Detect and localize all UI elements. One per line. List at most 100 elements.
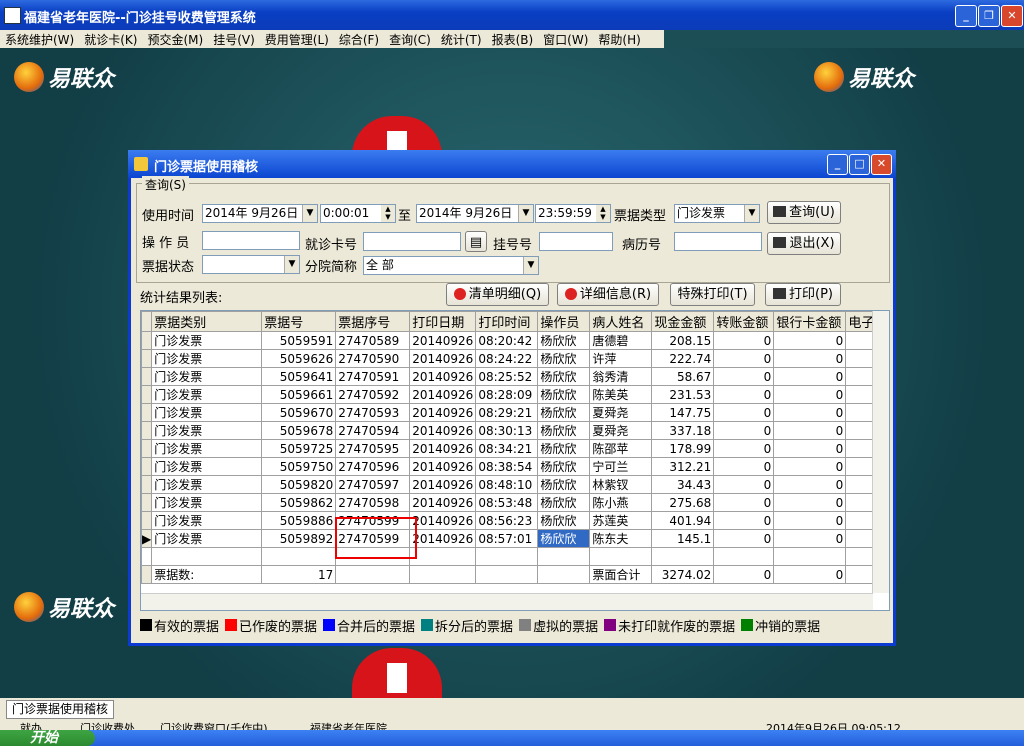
table-cell[interactable]: 0 [773, 511, 847, 530]
row-header-cell[interactable] [141, 493, 153, 512]
table-row[interactable]: 门诊发票 5059820 27470597 20140926 08:48:10 杨欣欣 林紫… [141, 475, 883, 494]
table-cell[interactable]: 5059862 [261, 493, 337, 512]
table-cell[interactable]: 宁可兰 [589, 457, 653, 476]
table-cell[interactable]: 145.1 [651, 529, 715, 548]
special-print-button[interactable]: 特殊打印(T) [670, 283, 755, 306]
table-cell[interactable]: 0 [773, 367, 847, 386]
table-cell[interactable]: 08:38:54 [475, 457, 539, 476]
table-cell[interactable]: 27470594 [335, 421, 411, 440]
start-button[interactable]: 开始 [0, 730, 95, 746]
table-cell[interactable]: 杨欣欣 [537, 493, 591, 512]
column-header[interactable]: 票据号 [261, 311, 337, 332]
table-cell[interactable]: 08:28:09 [475, 385, 539, 404]
table-cell[interactable]: 08:30:13 [475, 421, 539, 440]
row-header-cell[interactable] [141, 331, 153, 350]
table-cell[interactable]: 杨欣欣 [537, 385, 591, 404]
menu-item-fee[interactable]: 费用管理(L) [260, 30, 334, 49]
table-cell[interactable]: 231.53 [651, 385, 715, 404]
table-cell[interactable]: 许萍 [589, 349, 653, 368]
table-cell[interactable]: 陈美英 [589, 385, 653, 404]
table-cell[interactable]: 34.43 [651, 475, 715, 494]
card-input[interactable] [363, 232, 461, 251]
table-row[interactable]: 门诊发票 5059641 27470591 20140926 08:25:52 杨欣欣 翁秀… [141, 367, 883, 386]
spinner-icon[interactable]: ▲ ▼ [596, 205, 610, 222]
table-cell[interactable]: 门诊发票 [151, 331, 263, 350]
table-cell[interactable]: 208.15 [651, 331, 715, 350]
chevron-down-icon[interactable]: ▼ [284, 256, 299, 273]
column-header[interactable]: 打印时间 [475, 311, 539, 332]
row-header-cell[interactable] [141, 367, 153, 386]
card-reader-button[interactable]: ▤ [465, 231, 487, 252]
table-cell[interactable]: 5059661 [261, 385, 337, 404]
table-cell[interactable]: 0 [713, 403, 775, 422]
table-row[interactable]: 门诊发票 5059678 27470594 20140926 08:30:13 杨欣欣 夏舜… [141, 421, 883, 440]
row-header-cell[interactable] [141, 511, 153, 530]
table-cell[interactable]: 20140926 [409, 529, 477, 548]
menu-item-general[interactable]: 综合(F) [334, 30, 384, 49]
table-cell[interactable]: 0 [773, 529, 847, 548]
table-row[interactable]: 门诊发票 5059886 27470599 20140926 08:56:23 杨欣欣 苏莲… [141, 511, 883, 530]
reg-input[interactable] [539, 232, 613, 251]
table-cell[interactable]: 27470591 [335, 367, 411, 386]
chevron-down-icon[interactable]: ▼ [744, 205, 759, 222]
table-cell[interactable]: 门诊发票 [151, 475, 263, 494]
menu-item-help[interactable]: 帮助(H) [593, 30, 645, 49]
table-cell[interactable]: 0 [713, 421, 775, 440]
table-cell[interactable]: 0 [713, 385, 775, 404]
table-cell[interactable]: 门诊发票 [151, 511, 263, 530]
table-cell[interactable]: 5059750 [261, 457, 337, 476]
table-cell[interactable]: 20140926 [409, 493, 477, 512]
table-cell[interactable]: 5059591 [261, 331, 337, 350]
date-from-picker[interactable]: 2014年 9月26日 ▼ [202, 204, 318, 223]
table-cell[interactable]: 08:53:48 [475, 493, 539, 512]
table-cell[interactable]: 杨欣欣 [537, 457, 591, 476]
menu-item-system[interactable]: 系统维护(W) [0, 30, 79, 49]
table-cell[interactable]: 0 [713, 331, 775, 350]
operator-input[interactable] [202, 231, 300, 250]
table-cell[interactable]: 337.18 [651, 421, 715, 440]
table-cell[interactable]: 5059626 [261, 349, 337, 368]
menu-item-card[interactable]: 就诊卡(K) [79, 30, 142, 49]
column-header[interactable]: 现金金额 [651, 311, 715, 332]
table-cell[interactable]: 27470598 [335, 493, 411, 512]
table-row[interactable]: ▶ 门诊发票 5059892 27470599 20140926 08:57:01 杨欣欣陈… [141, 529, 883, 548]
table-cell[interactable]: 杨欣欣 [537, 511, 591, 530]
table-cell[interactable]: 0 [773, 421, 847, 440]
table-cell[interactable]: 0 [773, 457, 847, 476]
column-header[interactable]: 病人姓名 [589, 311, 653, 332]
table-cell[interactable]: 0 [773, 475, 847, 494]
row-header-cell[interactable] [141, 349, 153, 368]
table-cell[interactable]: 27470596 [335, 457, 411, 476]
column-header[interactable]: 票据序号 [335, 311, 411, 332]
table-cell[interactable]: 杨欣欣 [537, 475, 591, 494]
table-cell[interactable]: 苏莲英 [589, 511, 653, 530]
table-cell[interactable]: 20140926 [409, 385, 477, 404]
table-cell[interactable]: 312.21 [651, 457, 715, 476]
table-cell[interactable]: 门诊发票 [151, 349, 263, 368]
table-cell[interactable]: 0 [773, 385, 847, 404]
table-cell[interactable]: 401.94 [651, 511, 715, 530]
table-cell[interactable]: 0 [713, 475, 775, 494]
table-cell[interactable]: 20140926 [409, 367, 477, 386]
window-tab[interactable]: 门诊票据使用稽核 [6, 700, 115, 719]
menu-item-prepay[interactable]: 预交金(M) [142, 30, 208, 49]
table-cell[interactable]: 20140926 [409, 511, 477, 530]
table-cell[interactable]: 0 [773, 349, 847, 368]
column-header[interactable]: 打印日期 [409, 311, 477, 332]
row-header-cell[interactable] [141, 403, 153, 422]
table-row[interactable]: 门诊发票 5059591 27470589 20140926 08:20:42 杨欣欣 唐德… [141, 331, 883, 350]
ticket-type-select[interactable]: 门诊发票 ▼ [674, 204, 760, 223]
table-cell[interactable]: 翁秀清 [589, 367, 653, 386]
table-cell[interactable]: 0 [773, 439, 847, 458]
table-cell[interactable]: 门诊发票 [151, 421, 263, 440]
table-cell[interactable]: 5059670 [261, 403, 337, 422]
table-cell[interactable]: 林紫钗 [589, 475, 653, 494]
column-header[interactable]: 银行卡金额 [773, 311, 847, 332]
table-cell[interactable]: 门诊发票 [151, 529, 263, 548]
table-cell[interactable]: 08:56:23 [475, 511, 539, 530]
table-cell[interactable]: 5059820 [261, 475, 337, 494]
table-cell[interactable]: 0 [773, 493, 847, 512]
table-cell[interactable]: 27470590 [335, 349, 411, 368]
table-cell[interactable]: 杨欣欣 [537, 403, 591, 422]
chevron-down-icon[interactable]: ▼ [518, 205, 533, 222]
